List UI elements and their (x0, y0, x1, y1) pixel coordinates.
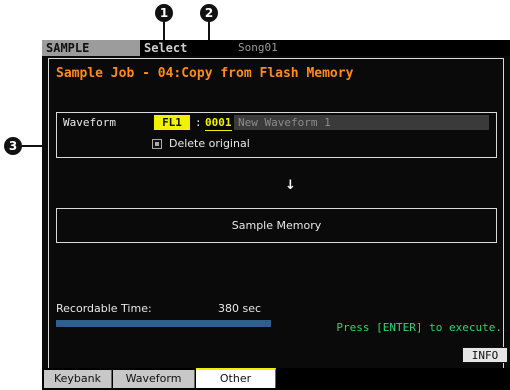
waveform-label: Waveform (63, 116, 116, 129)
info-button[interactable]: INFO (462, 347, 508, 363)
song-name: Song01 (238, 41, 278, 54)
top-bar: SAMPLE Select Song01 (42, 40, 510, 56)
recordable-time-bar (56, 320, 271, 327)
callout-marker-2: 2 (200, 4, 218, 22)
execute-prompt: Press [ENTER] to execute. (336, 321, 502, 334)
tab-other[interactable]: Other (196, 368, 276, 388)
waveform-row: Waveform FL1 : 0001 New Waveform 1 Delet… (56, 112, 497, 158)
tab-waveform[interactable]: Waveform (113, 370, 195, 388)
number-cursor (205, 130, 232, 131)
callout-marker-1: 1 (155, 4, 173, 22)
recordable-time-label: Recordable Time: (56, 302, 152, 315)
job-title: Sample Job - 04:Copy from Flash Memory (56, 66, 354, 81)
recordable-time-fill (56, 320, 271, 327)
delete-original-checkbox[interactable] (152, 139, 162, 149)
callout-marker-3: 3 (4, 137, 22, 155)
waveform-separator: : (195, 116, 202, 129)
destination-field: Sample Memory (56, 208, 497, 243)
recordable-time-value: 380 sec (218, 302, 262, 315)
delete-original-label: Delete original (169, 137, 250, 150)
waveform-number-field[interactable]: 0001 (205, 116, 232, 129)
screen-name: Select (144, 41, 188, 55)
waveform-name-field: New Waveform 1 (234, 115, 489, 130)
down-arrow-icon: ↓ (285, 178, 296, 193)
bottom-tab-bar: Keybank Waveform Other (42, 368, 510, 390)
tab-keybank[interactable]: Keybank (44, 370, 112, 388)
waveform-bank-field[interactable]: FL1 (154, 115, 190, 130)
instrument-screen: SAMPLE Select Song01 Sample Job - 04:Cop… (42, 40, 510, 390)
mode-tab[interactable]: SAMPLE (42, 40, 140, 56)
